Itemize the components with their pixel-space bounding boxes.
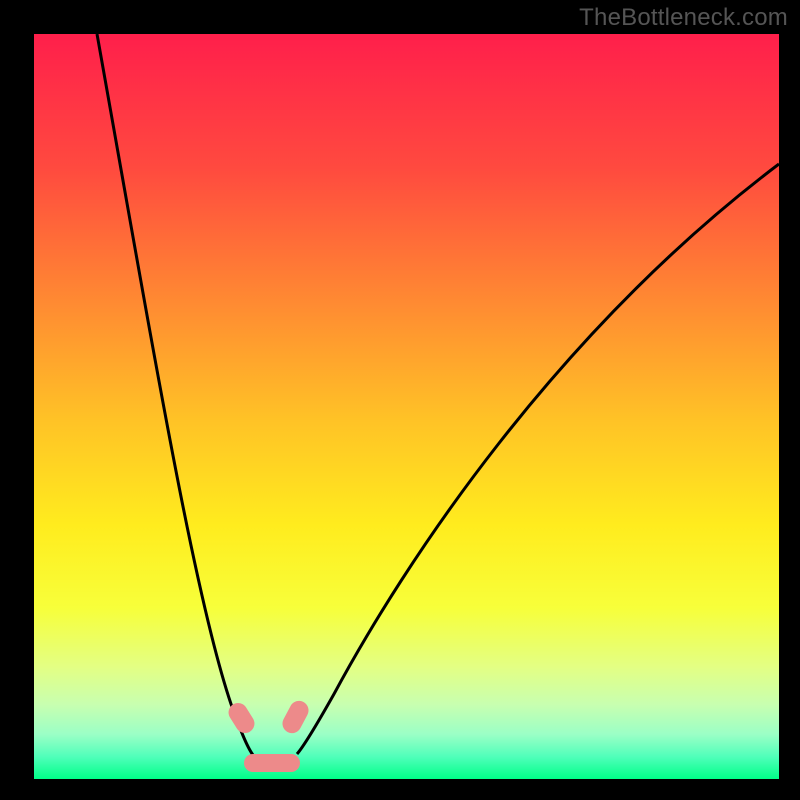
plot-area — [34, 34, 779, 779]
watermark-text: TheBottleneck.com — [579, 4, 788, 32]
curve-left-branch — [97, 34, 253, 755]
minimum-marker-2 — [244, 754, 300, 772]
bottleneck-curve — [34, 34, 779, 779]
curve-right-branch — [297, 164, 779, 754]
